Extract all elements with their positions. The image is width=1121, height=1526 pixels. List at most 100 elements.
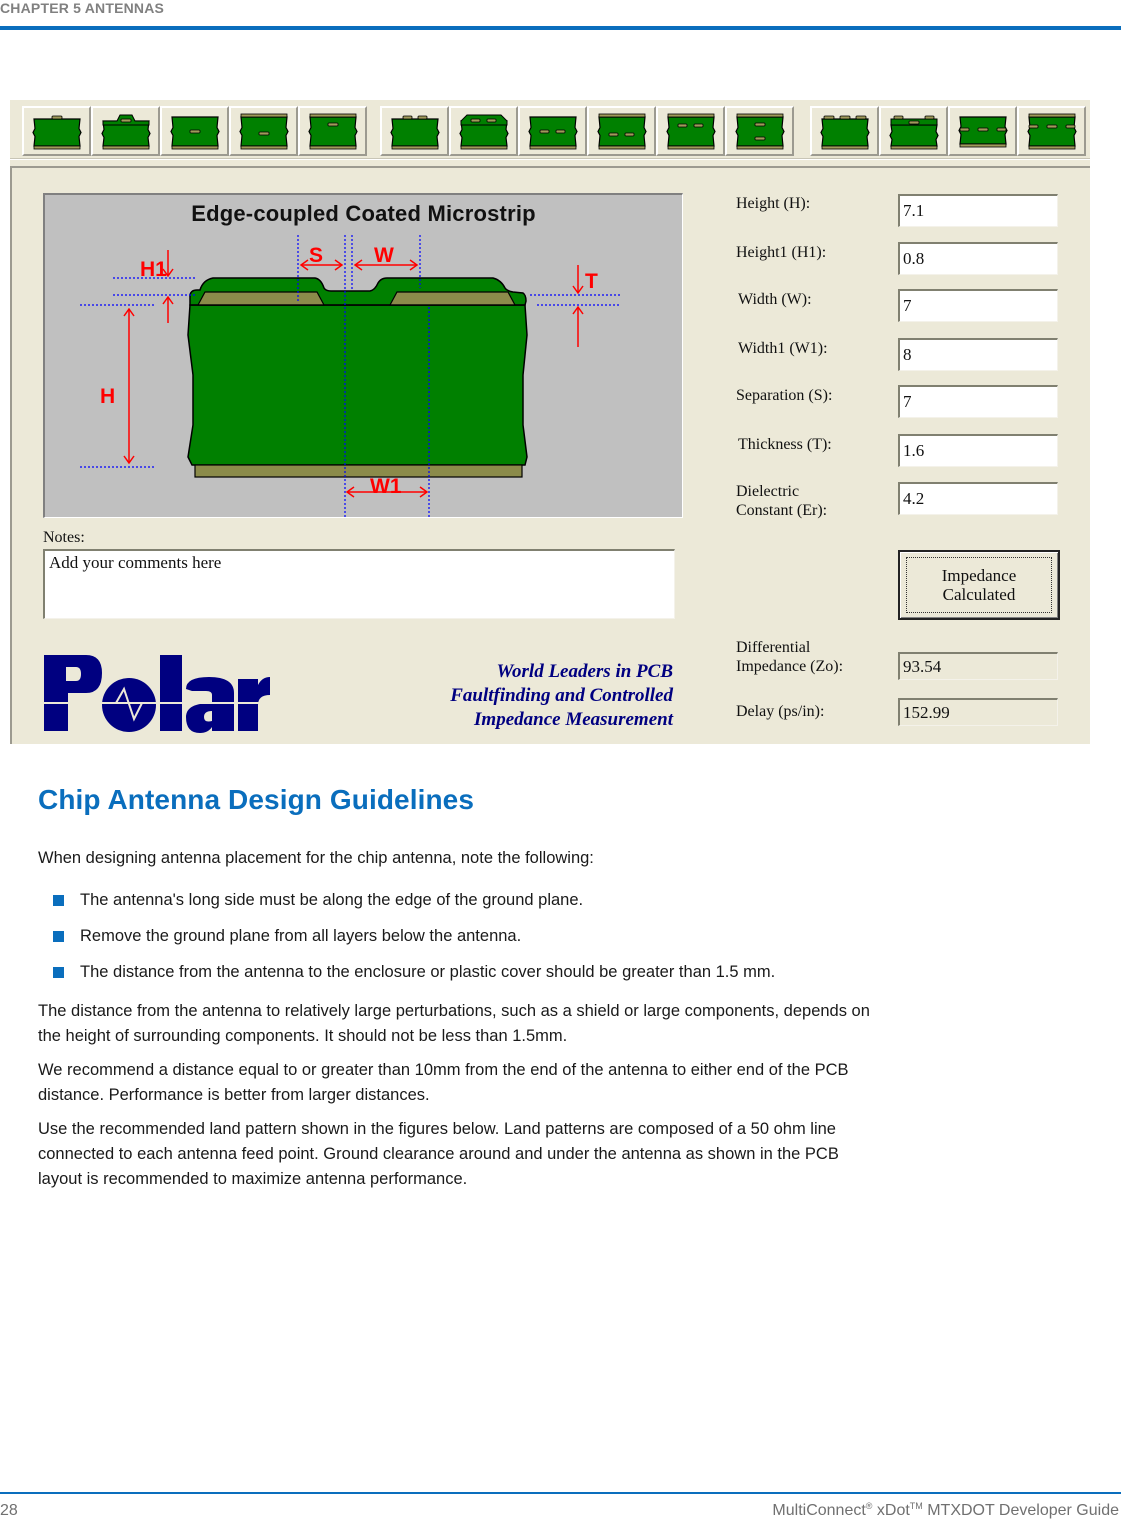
bullet-text: Remove the ground plane from all layers … [80, 927, 522, 945]
structure-diagram: H1 H S W T W1 Edge-coupled Coated Micros… [43, 193, 683, 518]
label-width: Width (W): [738, 291, 812, 308]
structure-button-coplanar-coated-microstrip[interactable] [879, 106, 948, 156]
header-rule [0, 26, 1121, 30]
label-w: W [374, 244, 394, 267]
footer-product2: xDot [872, 1502, 910, 1519]
dielectric-constant-input[interactable] [898, 482, 1058, 515]
bullet-square-icon [53, 967, 64, 978]
polar-logo [44, 655, 270, 733]
structure-button-broadside-coupled-stripline[interactable] [725, 106, 794, 156]
pcb-structure-icon [888, 115, 939, 150]
footer-rule [0, 1492, 1121, 1494]
label-separation: Separation (S): [736, 387, 833, 404]
pcb-structure-icon [100, 114, 151, 150]
label-height1: Height1 (H1): [736, 244, 827, 261]
pcb-structure-icon [307, 113, 358, 150]
substrate-core [187, 304, 528, 466]
bullet-item: Remove the ground plane from all layers … [53, 924, 522, 949]
calc-button-line1: Impedance [941, 566, 1017, 585]
bullet-square-icon [53, 931, 64, 942]
pcb-structure-icon [734, 113, 785, 150]
structure-button-edge-coupled-symmetric-stripline[interactable] [587, 106, 656, 156]
polar-tagline: World Leaders in PCB Faultfinding and Co… [370, 660, 673, 732]
bullet-text: The distance from the antenna to the enc… [80, 963, 776, 981]
intro-paragraph: When designing antenna placement for the… [38, 849, 594, 867]
registered-mark: ® [865, 1501, 873, 1511]
structure-toolbar [10, 100, 1090, 160]
notes-textarea[interactable]: Add your comments here [43, 549, 675, 619]
footer-title-rest: MTXDOT Developer Guide [922, 1502, 1119, 1519]
label-w1: W1 [370, 475, 402, 498]
ground-plane [194, 464, 523, 478]
label-h: H [100, 385, 115, 408]
label-dielectric-line1: Dielectric [736, 483, 800, 500]
structure-button-edge-coupled-coated-microstrip[interactable] [449, 106, 518, 156]
diagram-title: Edge-coupled Coated Microstrip [191, 201, 536, 226]
chapter-header: CHAPTER 5 ANTENNAS [0, 0, 165, 16]
paragraph-distance: We recommend a distance equal to or grea… [38, 1058, 1113, 1108]
paragraph-line: We recommend a distance equal to or grea… [38, 1061, 849, 1079]
structure-button-symmetric-stripline[interactable] [229, 106, 298, 156]
bullet-square-icon [53, 895, 64, 906]
pcb-structure-icon [819, 115, 870, 150]
pcb-structure-icon [1026, 113, 1077, 150]
trademark-mark: TM [909, 1501, 923, 1511]
delay-output [898, 698, 1058, 726]
footer-product: MultiConnect [772, 1502, 866, 1519]
label-zo-line1: Differential [736, 639, 811, 656]
structure-button-edge-coupled-surface-microstrip[interactable] [380, 106, 449, 156]
paragraph-perturbations: The distance from the antenna to relativ… [38, 999, 1113, 1049]
pcb-structure-icon [665, 113, 716, 150]
notes-label: Notes: [43, 529, 85, 546]
calc-button-line2: Calculated [942, 585, 1016, 604]
width1-input[interactable] [898, 338, 1058, 371]
paragraph-line: layout is recommended to maximize antenn… [38, 1170, 468, 1188]
label-zo-line2: Impedance (Zo): [736, 658, 844, 675]
label-t: T [585, 270, 598, 293]
structure-button-embedded-microstrip[interactable] [298, 106, 367, 156]
impedance-calculate-button[interactable]: Impedance Calculated [898, 550, 1060, 620]
pcb-structure-icon [527, 116, 578, 150]
structure-button-surface-microstrip[interactable] [22, 106, 91, 156]
bullet-item: The antenna's long side must be along th… [53, 888, 583, 913]
height-input[interactable] [898, 194, 1058, 227]
structure-button-coplanar-surface-microstrip[interactable] [810, 106, 879, 156]
paragraph-line: Use the recommended land pattern shown i… [38, 1120, 836, 1138]
tagline-line2: Faultfinding and Controlled [450, 685, 673, 706]
paragraph-line: the height of surrounding components. It… [38, 1027, 568, 1045]
paragraph-line: connected to each antenna feed point. Gr… [38, 1145, 839, 1163]
pcb-structure-icon [169, 116, 220, 150]
label-dielectric: Dielectric Constant (Er): [736, 482, 827, 520]
toolbar-group-edge-coupled [380, 106, 794, 156]
toolbar-group-single-ended [22, 106, 367, 156]
cross-section-drawing: H1 H S W T W1 [80, 235, 620, 517]
thickness-input[interactable] [898, 434, 1058, 467]
pcb-structure-icon [596, 113, 647, 150]
structure-button-coplanar-stripline[interactable] [1017, 106, 1086, 156]
paragraph-line: distance. Performance is better from lar… [38, 1086, 430, 1104]
separation-input[interactable] [898, 385, 1058, 418]
structure-button-offset-stripline[interactable] [160, 106, 229, 156]
structure-button-edge-coupled-embedded-microstrip[interactable] [518, 106, 587, 156]
structure-button-coplanar-embedded[interactable] [948, 106, 1017, 156]
height1-input[interactable] [898, 242, 1058, 275]
polar-impedance-calculator: H1 H S W T W1 Edge-coupled Coated Micros… [10, 100, 1090, 744]
pcb-structure-icon [458, 114, 509, 150]
page-number: 28 [0, 1502, 18, 1519]
trace-left [196, 291, 326, 306]
toolbar-divider [10, 158, 1090, 160]
structure-button-edge-coupled-offset-stripline[interactable] [656, 106, 725, 156]
toolbar-group-coplanar [810, 106, 1086, 156]
pcb-structure-icon [389, 115, 440, 150]
section-title: Chip Antenna Design Guidelines [38, 784, 475, 815]
tagline-line3: Impedance Measurement [474, 709, 673, 730]
label-differential-impedance: Differential Impedance (Zo): [736, 638, 843, 676]
paragraph-line: The distance from the antenna to relativ… [38, 1002, 870, 1020]
paragraph-land-pattern: Use the recommended land pattern shown i… [38, 1117, 1113, 1192]
label-delay: Delay (ps/in): [736, 703, 825, 720]
structure-button-coated-microstrip[interactable] [91, 106, 160, 156]
label-thickness: Thickness (T): [738, 436, 832, 453]
document-title: MultiConnect® xDotTM MTXDOT Developer Gu… [772, 1501, 1119, 1520]
width-input[interactable] [898, 289, 1058, 322]
label-width1: Width1 (W1): [738, 340, 828, 357]
